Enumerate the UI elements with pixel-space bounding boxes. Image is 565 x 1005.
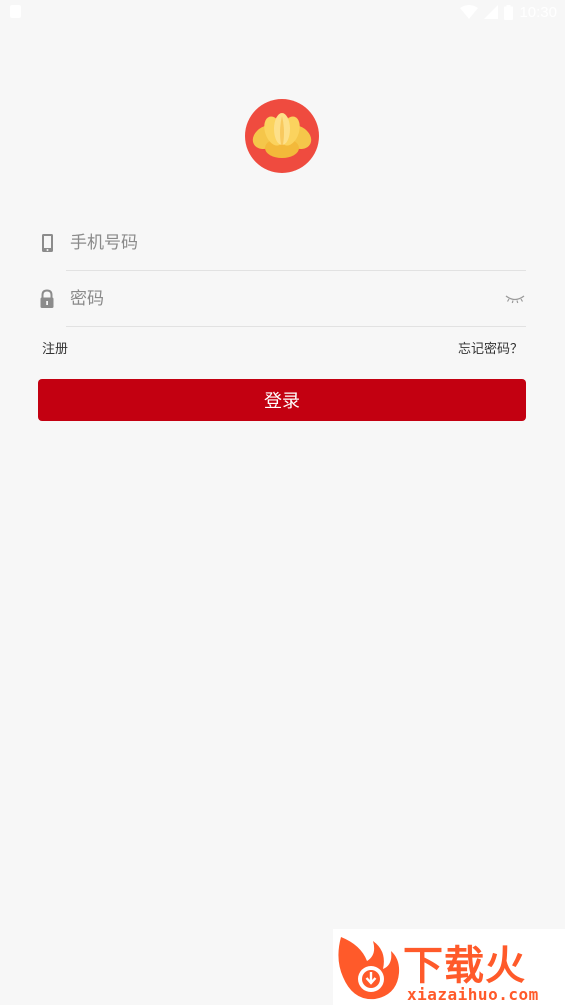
signal-icon — [484, 5, 499, 19]
phone-input[interactable] — [66, 225, 500, 261]
register-link[interactable]: 注册 — [42, 338, 68, 357]
status-time: 10:30 — [519, 3, 557, 21]
lock-icon — [38, 289, 56, 309]
watermark: 下载火 xiazaihuo.com — [333, 929, 565, 1005]
lotus-icon — [252, 113, 312, 158]
password-field — [36, 271, 526, 327]
password-underline — [66, 326, 526, 327]
flame-logo-icon — [338, 937, 400, 1000]
eye-closed-icon[interactable] — [504, 291, 526, 305]
watermark-site: xiazaihuo.com — [407, 985, 539, 1004]
watermark-brand: 下载火 — [403, 943, 526, 989]
wifi-icon — [460, 5, 479, 19]
battery-icon — [504, 4, 514, 20]
password-input[interactable] — [66, 281, 500, 317]
status-indicators: 10:30 — [460, 2, 557, 22]
notification-icon — [10, 5, 21, 18]
phone-icon — [38, 233, 56, 253]
phone-field — [36, 215, 526, 271]
forgot-password-link[interactable]: 忘记密码？ — [458, 338, 523, 357]
login-button[interactable]: 登录 — [38, 379, 526, 421]
app-logo — [245, 99, 319, 173]
status-bar: 10:30 — [0, 0, 565, 24]
